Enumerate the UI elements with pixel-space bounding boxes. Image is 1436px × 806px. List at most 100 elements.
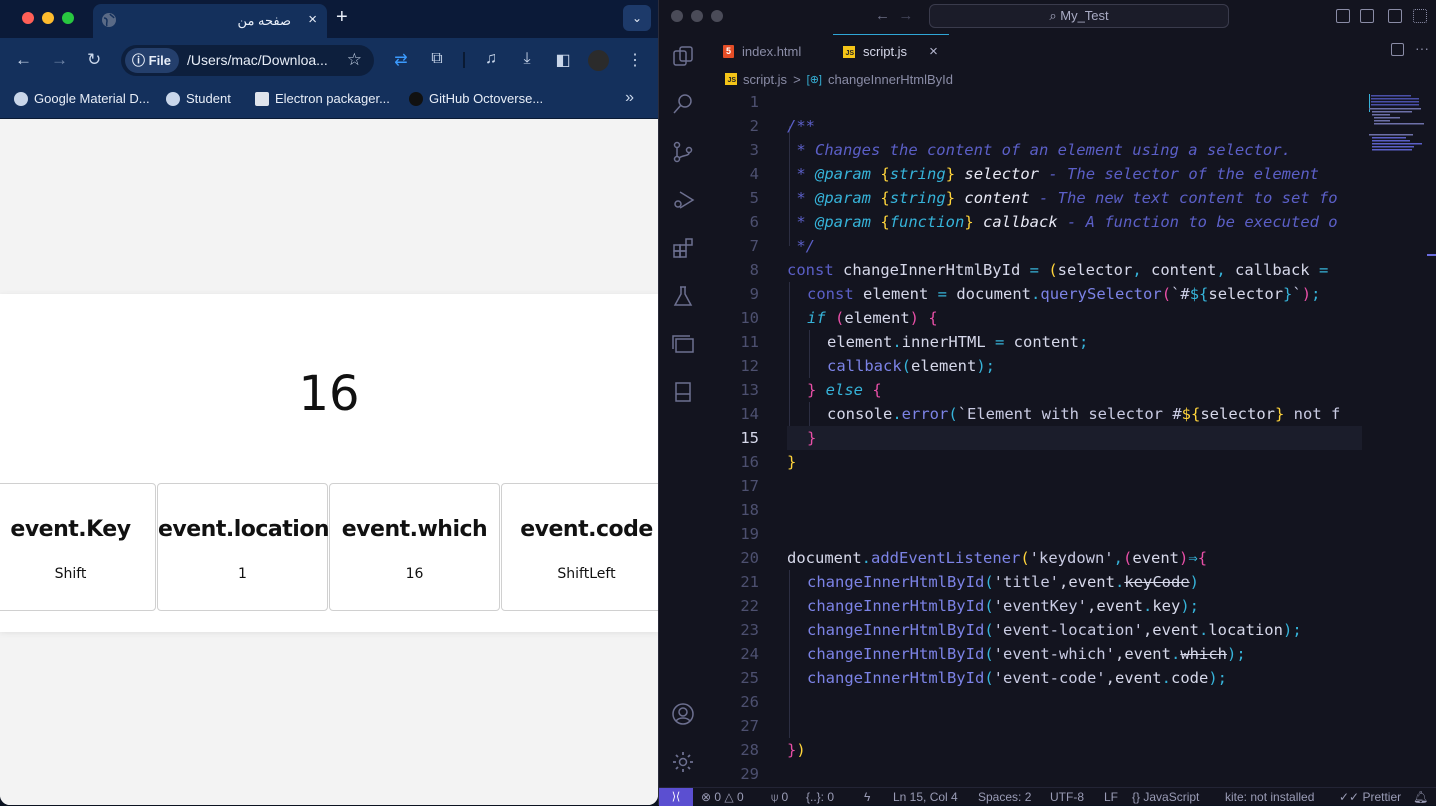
account-icon[interactable] bbox=[671, 702, 695, 726]
minimap[interactable] bbox=[1369, 92, 1427, 152]
code-text: */ bbox=[787, 237, 815, 255]
line-number: 9 bbox=[749, 285, 759, 303]
code-line: 28}) bbox=[707, 738, 1362, 762]
maximize-window-button[interactable] bbox=[62, 12, 74, 24]
web-page: 16 event.Key Shift event.location 1 even… bbox=[0, 119, 658, 805]
code-text: }) bbox=[787, 741, 806, 759]
minimize-window-button[interactable] bbox=[691, 10, 703, 22]
kite-status[interactable]: kite: not installed bbox=[1225, 790, 1314, 804]
tab-index-html[interactable]: 5 index.html bbox=[713, 34, 811, 68]
line-number: 13 bbox=[740, 381, 759, 399]
event-which-card: event.which 16 bbox=[329, 483, 500, 611]
bookmark-star-icon[interactable]: ☆ bbox=[347, 50, 362, 70]
bookmark-item[interactable]: GitHub Octoverse... bbox=[409, 91, 543, 106]
code-line: 29 bbox=[707, 762, 1362, 780]
cursor-position[interactable]: Ln 15, Col 4 bbox=[893, 790, 958, 804]
code-line: 21 changeInnerHtmlById('title',event.keyC… bbox=[707, 570, 1362, 594]
tab-close-icon[interactable]: × bbox=[929, 43, 938, 60]
more-actions-icon[interactable]: ··· bbox=[1415, 40, 1429, 56]
extensions-puzzle-icon[interactable]: ⧉ bbox=[427, 50, 447, 70]
nav-arrows: ← → bbox=[875, 7, 913, 24]
new-tab-button[interactable]: + bbox=[336, 6, 348, 29]
more-bookmarks-icon[interactable]: » bbox=[625, 89, 634, 107]
bookmark-item[interactable]: Google Material D... bbox=[14, 91, 150, 106]
testing-flask-icon[interactable] bbox=[671, 284, 695, 308]
bookmark-item[interactable]: Electron packager... bbox=[255, 91, 390, 106]
close-window-button[interactable] bbox=[671, 10, 683, 22]
code-line: 12 callback(element); bbox=[707, 354, 1362, 378]
breadcrumb-symbol[interactable]: changeInnerHtmlById bbox=[828, 72, 953, 87]
remote-indicator-icon[interactable]: ⟩⟨ bbox=[659, 788, 693, 806]
code-text: document.addEventListener('keydown',(eve… bbox=[787, 549, 1208, 567]
side-panel-icon[interactable]: ◧ bbox=[553, 50, 573, 70]
line-number: 1 bbox=[749, 93, 759, 111]
download-icon[interactable]: ⤓ bbox=[517, 50, 537, 70]
url-text[interactable]: /Users/mac/Downloa... bbox=[187, 52, 328, 68]
code-editor[interactable]: 1 2 /** 3 * Changes the content of an ele… bbox=[707, 90, 1362, 780]
go-forward-icon[interactable]: → bbox=[898, 7, 913, 24]
go-back-icon[interactable]: ← bbox=[875, 7, 890, 24]
line-number: 11 bbox=[740, 333, 759, 351]
back-button[interactable]: ← bbox=[15, 50, 32, 70]
indentation-setting[interactable]: Spaces: 2 bbox=[978, 790, 1031, 804]
tab-close-icon[interactable]: × bbox=[308, 11, 317, 28]
toggle-panel-icon[interactable] bbox=[1360, 9, 1374, 23]
overview-ruler-marker bbox=[1427, 254, 1436, 256]
problems-indicator[interactable]: ⊗ 0 △ 0 bbox=[701, 790, 744, 804]
breadcrumb-file[interactable]: script.js bbox=[743, 72, 787, 87]
code-text: * @param {string} selector - The selecto… bbox=[787, 165, 1319, 183]
forward-button[interactable]: → bbox=[51, 50, 68, 70]
globe-icon bbox=[102, 13, 116, 27]
code-line: 6 * @param {function} callback - A funct… bbox=[707, 210, 1362, 234]
source-control-icon[interactable] bbox=[671, 140, 695, 164]
search-icon: ⌕ bbox=[1049, 8, 1061, 23]
extensions-icon[interactable] bbox=[671, 236, 695, 260]
ports-indicator[interactable]: ⍦ 0 bbox=[771, 790, 788, 805]
tab-script-js[interactable]: JS script.js × bbox=[833, 34, 949, 68]
profile-avatar[interactable] bbox=[588, 50, 609, 71]
code-text: } bbox=[787, 453, 797, 471]
line-number: 19 bbox=[740, 525, 759, 543]
bookmark-item[interactable]: Student bbox=[166, 91, 231, 106]
remote-explorer-icon[interactable] bbox=[671, 332, 695, 356]
command-center-search[interactable]: ⌕ My_Test bbox=[929, 4, 1229, 28]
line-number: 10 bbox=[740, 309, 759, 327]
reload-button[interactable]: ↻ bbox=[87, 50, 101, 70]
browser-tab[interactable]: صفحه من × bbox=[93, 4, 327, 38]
media-controls-icon[interactable]: ♫ bbox=[481, 50, 501, 70]
encoding-setting[interactable]: UTF-8 bbox=[1050, 790, 1084, 804]
notifications-bell-icon[interactable]: 🔔︎ bbox=[1413, 790, 1428, 804]
code-line: 25 changeInnerHtmlById('event-code',event… bbox=[707, 666, 1362, 690]
html5-icon: 5 bbox=[723, 44, 734, 58]
lightning-icon[interactable]: ϟ bbox=[864, 790, 870, 804]
toggle-secondary-sidebar-icon[interactable] bbox=[1388, 9, 1402, 23]
keyboard-event-panel: 16 event.Key Shift event.location 1 even… bbox=[0, 294, 658, 632]
event-key-card: event.Key Shift bbox=[0, 483, 156, 611]
minimize-window-button[interactable] bbox=[42, 12, 54, 24]
run-debug-icon[interactable] bbox=[671, 188, 695, 212]
code-line: 18 bbox=[707, 498, 1362, 522]
customize-layout-icon[interactable] bbox=[1413, 9, 1427, 23]
maximize-window-button[interactable] bbox=[711, 10, 723, 22]
line-number: 4 bbox=[749, 165, 759, 183]
explorer-icon[interactable] bbox=[671, 44, 695, 68]
language-mode[interactable]: {} JavaScript bbox=[1132, 790, 1199, 804]
address-bar[interactable]: ⓘ File /Users/mac/Downloa... ☆ bbox=[121, 45, 374, 76]
docker-panel-icon[interactable] bbox=[671, 380, 695, 404]
tab-search-button[interactable]: ⌄ bbox=[623, 5, 651, 31]
prettier-status[interactable]: ✓✓ Prettier bbox=[1339, 790, 1401, 804]
line-number: 17 bbox=[740, 477, 759, 495]
sync-extension-icon[interactable]: ⇄ bbox=[391, 50, 411, 70]
braces-indicator[interactable]: {..}: 0 bbox=[806, 790, 834, 804]
menu-kebab-icon[interactable]: ⋮ bbox=[625, 50, 645, 70]
toggle-primary-sidebar-icon[interactable] bbox=[1336, 9, 1350, 23]
site-info-chip[interactable]: ⓘ File bbox=[125, 48, 179, 73]
eol-setting[interactable]: LF bbox=[1104, 790, 1118, 804]
line-number: 26 bbox=[740, 693, 759, 711]
close-window-button[interactable] bbox=[22, 12, 34, 24]
code-line: 1 bbox=[707, 90, 1362, 114]
code-text: if (element) { bbox=[807, 309, 938, 327]
split-editor-icon[interactable] bbox=[1391, 43, 1404, 56]
search-icon[interactable] bbox=[671, 92, 695, 116]
settings-gear-icon[interactable] bbox=[671, 750, 695, 774]
